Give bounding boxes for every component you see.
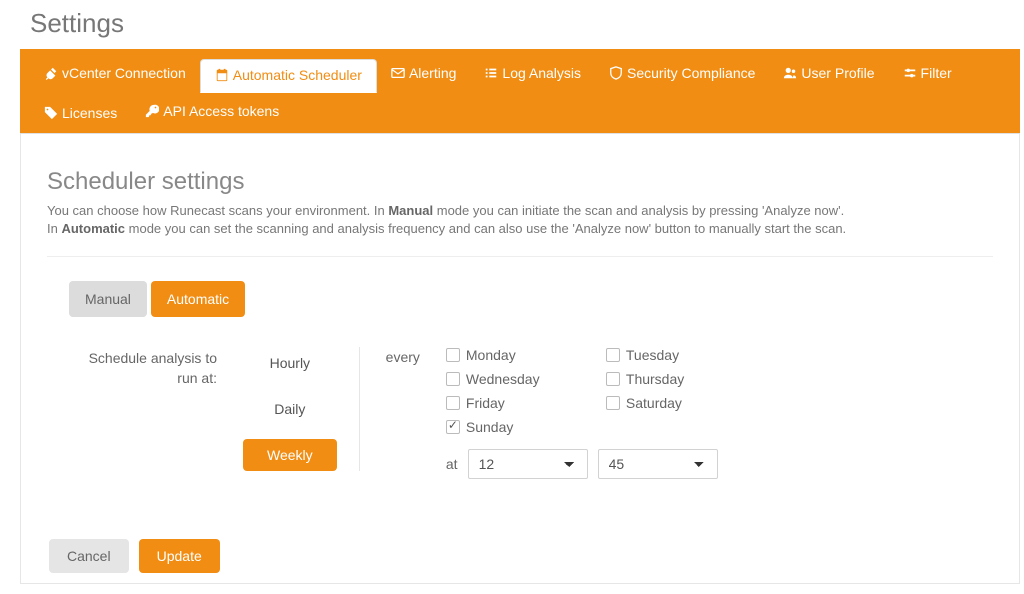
at-label: at bbox=[446, 456, 458, 472]
tab-automatic-scheduler[interactable]: Automatic Scheduler bbox=[200, 59, 377, 93]
divider bbox=[47, 256, 993, 257]
tab-label: Licenses bbox=[62, 105, 117, 121]
freq-weekly-button[interactable]: Weekly bbox=[243, 439, 337, 471]
users-icon bbox=[783, 66, 797, 80]
content-panel: Scheduler settings You can choose how Ru… bbox=[20, 134, 1020, 584]
sliders-icon bbox=[903, 66, 917, 80]
tag-icon bbox=[44, 106, 58, 120]
tab-log-analysis[interactable]: Log Analysis bbox=[470, 55, 595, 91]
mode-automatic-button[interactable]: Automatic bbox=[151, 281, 245, 317]
tab-user-profile[interactable]: User Profile bbox=[769, 55, 888, 91]
day-friday-checkbox[interactable] bbox=[446, 396, 460, 410]
hour-select[interactable]: 12 bbox=[468, 449, 588, 479]
day-sunday-checkbox[interactable] bbox=[446, 420, 460, 434]
mail-icon bbox=[391, 66, 405, 80]
tab-api-access-tokens[interactable]: API Access tokens bbox=[131, 93, 293, 133]
tab-alerting[interactable]: Alerting bbox=[377, 55, 470, 91]
tab-label: Filter bbox=[921, 65, 952, 81]
day-sunday[interactable]: Sunday bbox=[446, 419, 586, 435]
day-wednesday[interactable]: Wednesday bbox=[446, 371, 586, 387]
key-icon bbox=[145, 104, 159, 118]
day-monday[interactable]: Monday bbox=[446, 347, 586, 363]
shield-icon bbox=[609, 66, 623, 80]
day-tuesday[interactable]: Tuesday bbox=[606, 347, 746, 363]
freq-hourly-button[interactable]: Hourly bbox=[246, 347, 334, 379]
tab-security-compliance[interactable]: Security Compliance bbox=[595, 55, 769, 91]
tab-label: Log Analysis bbox=[502, 65, 581, 81]
tab-vcenter-connection[interactable]: vCenter Connection bbox=[30, 55, 200, 91]
tab-label: Alerting bbox=[409, 65, 456, 81]
schedule-label: Schedule analysis to run at: bbox=[77, 347, 217, 388]
cancel-button[interactable]: Cancel bbox=[49, 539, 129, 573]
tab-filter[interactable]: Filter bbox=[889, 55, 966, 91]
minute-select[interactable]: 45 bbox=[598, 449, 718, 479]
section-description: You can choose how Runecast scans your e… bbox=[47, 202, 993, 238]
update-button[interactable]: Update bbox=[139, 539, 220, 573]
day-tuesday-checkbox[interactable] bbox=[606, 348, 620, 362]
day-thursday-checkbox[interactable] bbox=[606, 372, 620, 386]
tab-label: User Profile bbox=[801, 65, 874, 81]
tab-label: vCenter Connection bbox=[62, 65, 186, 81]
tab-label: Security Compliance bbox=[627, 65, 755, 81]
tab-label: API Access tokens bbox=[163, 103, 279, 119]
tab-bar: vCenter Connection Automatic Scheduler A… bbox=[20, 49, 1020, 134]
tab-licenses[interactable]: Licenses bbox=[30, 95, 131, 131]
day-saturday[interactable]: Saturday bbox=[606, 395, 746, 411]
mode-manual-button[interactable]: Manual bbox=[69, 281, 147, 317]
day-monday-checkbox[interactable] bbox=[446, 348, 460, 362]
tab-label: Automatic Scheduler bbox=[233, 67, 362, 83]
page-title: Settings bbox=[30, 8, 1024, 39]
plug-icon bbox=[44, 66, 58, 80]
day-thursday[interactable]: Thursday bbox=[606, 371, 746, 387]
every-label: every bbox=[386, 347, 420, 365]
list-icon bbox=[484, 66, 498, 80]
day-saturday-checkbox[interactable] bbox=[606, 396, 620, 410]
section-title: Scheduler settings bbox=[47, 168, 993, 196]
day-wednesday-checkbox[interactable] bbox=[446, 372, 460, 386]
freq-daily-button[interactable]: Daily bbox=[246, 393, 334, 425]
calendar-icon bbox=[215, 68, 229, 82]
day-friday[interactable]: Friday bbox=[446, 395, 586, 411]
